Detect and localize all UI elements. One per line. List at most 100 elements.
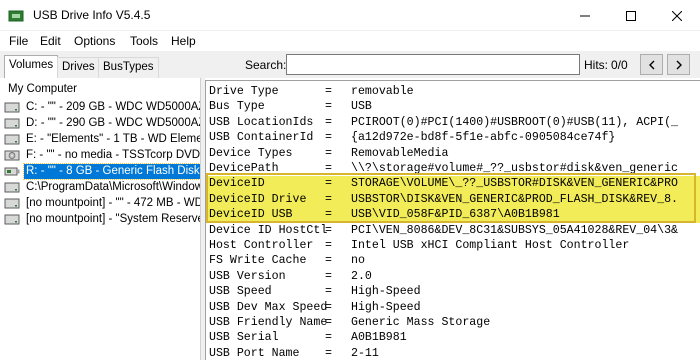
hits-label: Hits:: [584, 58, 608, 72]
detail-row: USB ContainerId = {a12d972e-bd8f-5f1e-abfc…: [206, 130, 700, 145]
detail-name: USB Serial: [209, 331, 279, 345]
detail-row: USB Version = 2.0: [206, 269, 700, 284]
detail-name: USB Dev Max Speed: [209, 300, 328, 314]
detail-row: USB Port Name = 2-11: [206, 346, 700, 360]
detail-equals: =: [325, 223, 332, 237]
tree-item-label: C:\ProgramData\Microsoft\Windows: [26, 181, 201, 193]
detail-value: Generic Mass Storage: [351, 316, 491, 329]
menu-file[interactable]: File: [9, 34, 28, 48]
tab-volumes[interactable]: Volumes: [4, 55, 59, 78]
detail-value: 2.0: [351, 269, 372, 283]
menu-tools[interactable]: Tools: [130, 34, 158, 48]
detail-equals: =: [325, 316, 332, 329]
hdd-icon: [4, 198, 20, 209]
detail-name: USB LocationIds: [209, 115, 314, 129]
tree-item-label: [no mountpoint] - "System Reserved": [26, 213, 201, 225]
detail-equals: =: [325, 115, 332, 129]
detail-value: RemovableMedia: [351, 146, 449, 160]
menu-options[interactable]: Options: [74, 34, 115, 48]
tree-item-label: R: - "" - 8 GB - Generic Flash Disk: [23, 163, 200, 180]
next-hit-button[interactable]: [667, 54, 690, 75]
detail-equals: =: [325, 162, 332, 175]
hdd-icon: [4, 118, 20, 129]
detail-value: A0B1B981: [351, 331, 407, 345]
minimize-button[interactable]: [562, 0, 608, 31]
window-title: USB Drive Info V5.4.5: [33, 8, 151, 22]
detail-name: USB Speed: [209, 285, 272, 299]
close-button[interactable]: [654, 0, 700, 31]
detail-row: USB LocationIds = PCIROOT(0)#PCI(1400)#USB…: [206, 115, 700, 130]
detail-value: USB\VID_058F&PID_6387\A0B1B981: [351, 208, 560, 222]
detail-name: USB Version: [209, 269, 286, 283]
previous-hit-button[interactable]: [640, 54, 663, 75]
tree-item-r[interactable]: R: - "" - 8 GB - Generic Flash Disk: [4, 163, 200, 180]
optical-drive-icon: [4, 150, 20, 161]
maximize-button[interactable]: [608, 0, 654, 31]
maximize-icon: [626, 10, 636, 21]
hdd-icon: [4, 182, 20, 193]
detail-value: High-Speed: [351, 300, 421, 314]
tree-item-label: C: - "" - 209 GB - WDC WD5000AZLX: [26, 101, 201, 113]
detail-row: FS Write Cache = no: [206, 253, 700, 268]
detail-value: no: [351, 254, 365, 268]
menu-edit[interactable]: Edit: [40, 34, 61, 48]
detail-name: Device Types: [209, 146, 293, 160]
title-bar: USB Drive Info V5.4.5: [0, 0, 700, 31]
tree-item-mountpoint[interactable]: C:\ProgramData\Microsoft\Windows: [4, 180, 201, 195]
hdd-icon: [4, 134, 20, 145]
tab-bustypes[interactable]: BusTypes: [98, 57, 159, 78]
minimize-icon: [580, 15, 590, 16]
tree-item-f[interactable]: F: - "" - no media - TSSTcorp DVD+: [4, 148, 200, 163]
tab-drives[interactable]: Drives: [57, 57, 100, 78]
tree-item-label: [no mountpoint] - "" - 472 MB - WDC: [26, 197, 201, 209]
detail-equals: =: [325, 208, 332, 222]
tree-item-no-mountpoint-2[interactable]: [no mountpoint] - "System Reserved": [4, 212, 201, 227]
detail-equals: =: [325, 85, 332, 98]
detail-name: DeviceID: [209, 177, 265, 191]
detail-name: FS Write Cache: [209, 254, 307, 268]
detail-value: \\?\storage#volume#_??_usbstor#disk&ven_…: [351, 162, 678, 175]
detail-value: Intel USB xHCI Compliant Host Controller: [351, 239, 630, 252]
detail-name: USB Friendly Name: [209, 316, 328, 329]
detail-value: USB: [351, 100, 372, 114]
tree-item-e[interactable]: E: - "Elements" - 1 TB - WD Elements: [4, 132, 201, 147]
detail-value: removable: [351, 85, 414, 98]
detail-row-highlighted: DeviceID USB = USB\VID_058F&PID_6387\A0B1B…: [206, 207, 700, 223]
detail-row-highlighted: DeviceID = STORAGE\VOLUME\_??_USBSTOR#DISK…: [206, 176, 700, 192]
detail-name: Host Controller: [209, 239, 314, 252]
detail-value: 2-11: [351, 346, 379, 360]
usb-app-icon: [8, 10, 24, 22]
tree-item-c[interactable]: C: - "" - 209 GB - WDC WD5000AZLX: [4, 100, 201, 115]
detail-row: USB Speed = High-Speed: [206, 284, 700, 299]
detail-name: DevicePath: [209, 162, 279, 175]
detail-equals: =: [325, 254, 332, 268]
detail-value: High-Speed: [351, 285, 421, 299]
detail-name: USB ContainerId: [209, 131, 314, 145]
volume-tree[interactable]: My Computer C: - "" - 209 GB - WDC WD500…: [0, 78, 201, 360]
tree-item-label: E: - "Elements" - 1 TB - WD Elements: [26, 133, 201, 145]
tree-root-my-computer[interactable]: My Computer: [8, 83, 77, 95]
detail-equals: =: [325, 177, 332, 191]
detail-row: Drive Type = removable: [206, 84, 700, 99]
detail-row: DevicePath = \\?\storage#volume#_??_usbsto…: [206, 161, 700, 176]
detail-value: PCIROOT(0)#PCI(1400)#USBROOT(0)#USB(11),…: [351, 115, 678, 129]
details-pane[interactable]: Drive Type = removable Bus Type = USB USB Lo…: [205, 80, 700, 360]
detail-equals: =: [325, 285, 332, 299]
toolbar: Volumes Drives BusTypes Search: Hits: 0/…: [0, 51, 700, 78]
detail-name: Device ID HostCtl: [209, 223, 328, 237]
search-label: Search:: [245, 58, 287, 72]
hdd-icon: [4, 102, 20, 113]
detail-equals: =: [325, 331, 332, 345]
detail-row-highlighted: DeviceID Drive = USBSTOR\DISK&VEN_GENERIC&…: [206, 191, 700, 208]
detail-equals: =: [325, 131, 332, 145]
tree-item-d[interactable]: D: - "" - 290 GB - WDC WD5000AZLX: [4, 116, 200, 131]
detail-equals: =: [325, 346, 332, 360]
menu-bar: File Edit Options Tools Help: [0, 31, 700, 51]
detail-value: STORAGE\VOLUME\_??_USBSTOR#DISK&VEN_GENE…: [351, 177, 678, 191]
menu-help[interactable]: Help: [171, 34, 196, 48]
tree-item-no-mountpoint-1[interactable]: [no mountpoint] - "" - 472 MB - WDC: [4, 196, 201, 211]
search-input[interactable]: [286, 54, 580, 75]
detail-name: Bus Type: [209, 100, 265, 114]
chevron-left-icon: [648, 60, 654, 69]
detail-equals: =: [325, 192, 332, 206]
